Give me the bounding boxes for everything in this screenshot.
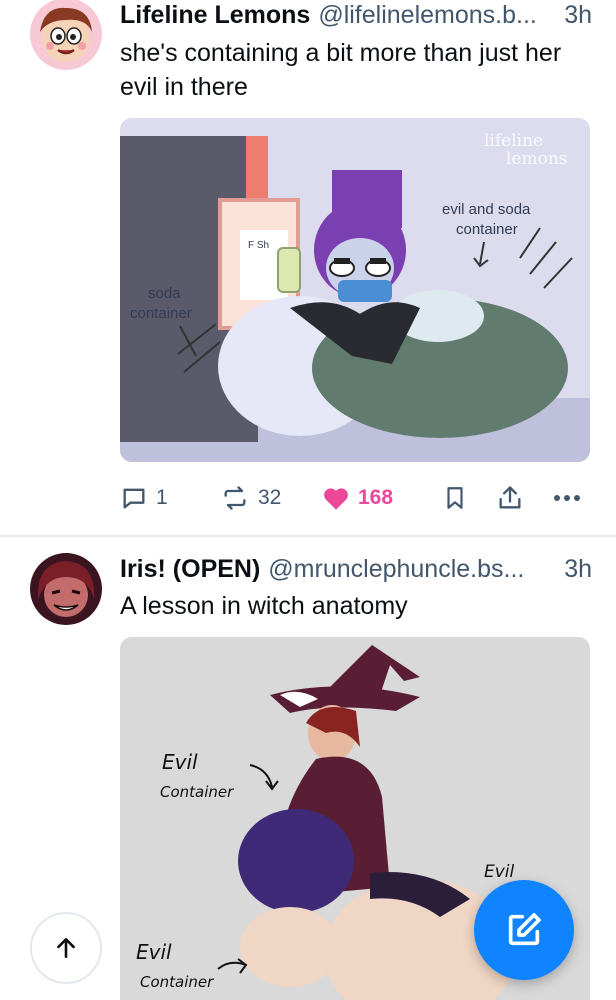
author-name[interactable]: Iris! (OPEN) (120, 554, 260, 584)
label-evil-line2: container (456, 221, 518, 238)
arrow-up-icon (57, 938, 75, 958)
post-text: A lesson in witch anatomy (120, 592, 408, 620)
post-header: Iris! (OPEN) @mrunclephuncle.bs... 3h (120, 554, 592, 584)
label-evil-top-line2: Container (160, 783, 234, 801)
like-count: 168 (358, 486, 394, 509)
more-options-button[interactable] (552, 478, 582, 518)
share-button[interactable] (496, 478, 524, 518)
author-handle[interactable]: @lifelinelemons.b... (318, 0, 560, 30)
compose-button[interactable] (474, 880, 574, 980)
watermark-line2: lemons (506, 149, 568, 169)
post-image[interactable]: F Sh lifeline lemons soda container evil… (120, 118, 590, 462)
like-button[interactable]: 168 (322, 478, 393, 518)
reply-count: 1 (156, 486, 168, 509)
label-evil-right: Evil (484, 862, 515, 882)
watermark-line1: lifeline (484, 131, 543, 151)
post-text: she's containing a bit more than just he… (120, 39, 562, 101)
label-evil-bottom-line2: Container (140, 973, 214, 991)
post-time: 3h (564, 555, 592, 583)
repost-button[interactable]: 32 (220, 478, 281, 518)
label-soda-line2: container (130, 305, 192, 322)
reply-icon (123, 488, 145, 509)
post-time: 3h (564, 1, 592, 29)
author-handle[interactable]: @mrunclephuncle.bs... (268, 554, 560, 584)
label-soda-line1: soda (148, 285, 181, 302)
label-evil-line1: evil and soda (442, 201, 531, 218)
author-avatar[interactable] (30, 553, 102, 625)
compose-icon (508, 913, 541, 946)
fridge-note-text: F Sh (248, 240, 269, 251)
author-avatar[interactable] (30, 0, 102, 70)
post-lifeline-lemons[interactable]: Lifeline Lemons @lifelinelemons.b... 3h … (0, 0, 616, 536)
post-header: Lifeline Lemons @lifelinelemons.b... 3h (120, 0, 592, 30)
share-icon (499, 486, 521, 509)
label-evil-bottom-line1: Evil (136, 940, 172, 964)
repost-icon (224, 486, 246, 510)
bookmark-icon (447, 487, 463, 509)
scroll-to-top-button[interactable] (30, 912, 102, 984)
bookmark-button[interactable] (442, 478, 468, 518)
heart-icon (324, 488, 348, 510)
author-name[interactable]: Lifeline Lemons (120, 0, 310, 30)
label-evil-top-line1: Evil (162, 750, 198, 774)
repost-count: 32 (258, 486, 282, 509)
post-actions: 1 32 168 (120, 478, 590, 518)
more-icon (554, 495, 580, 501)
reply-button[interactable]: 1 (120, 478, 168, 518)
